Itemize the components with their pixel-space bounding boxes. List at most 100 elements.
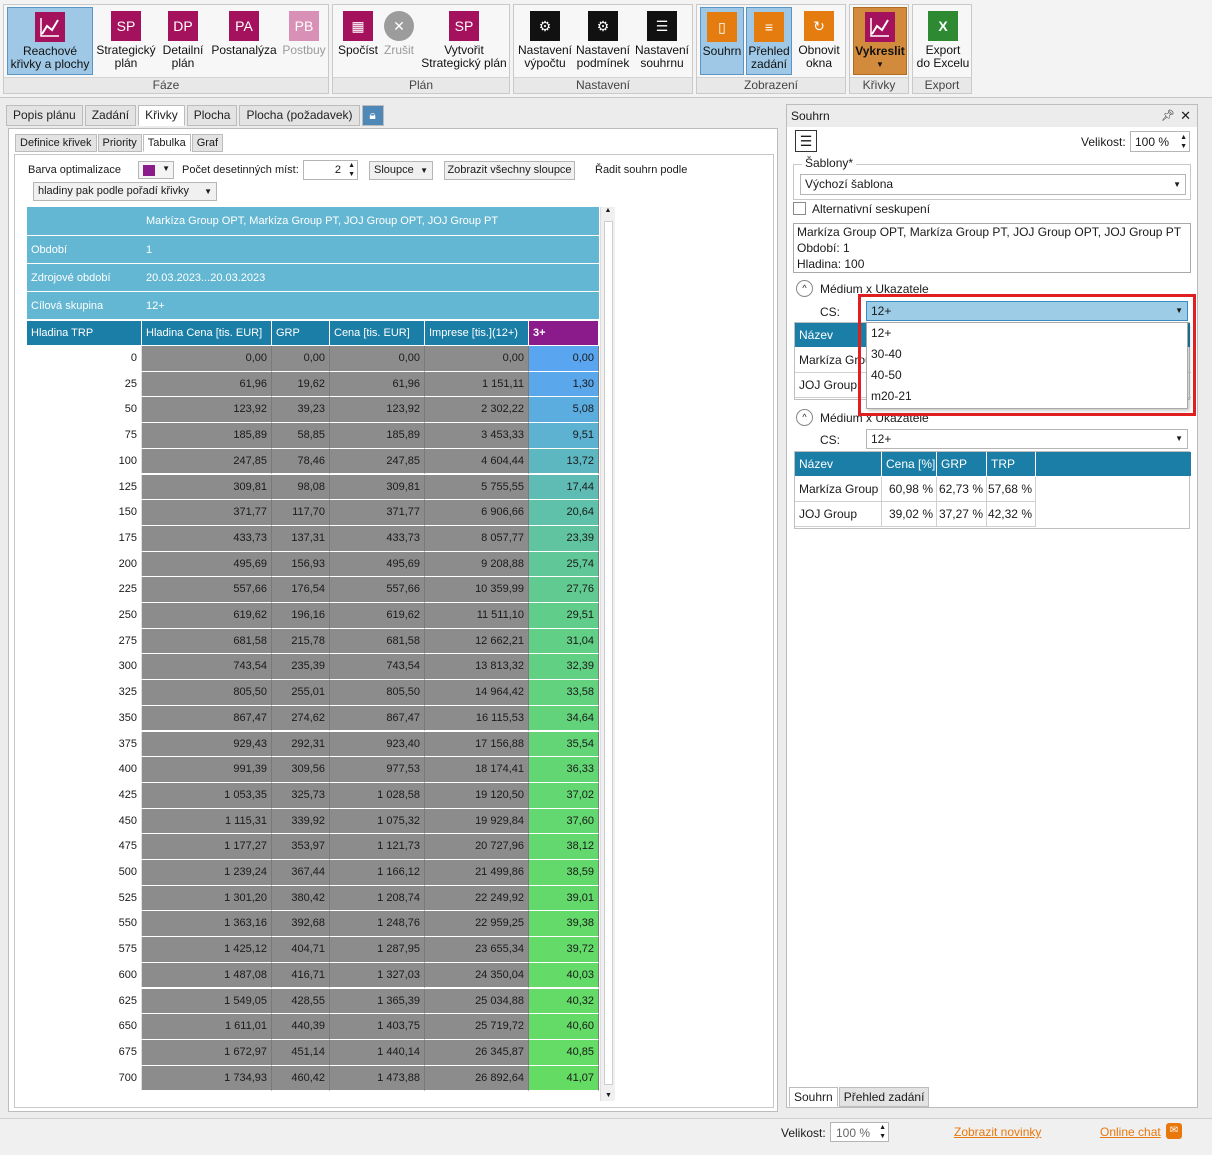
size-stepper[interactable]: 100 % ▲ ▼ xyxy=(1130,131,1190,152)
lock-tab[interactable]: 🔒︎ xyxy=(361,105,384,126)
stepper-arrows-icon: ▲ ▼ xyxy=(879,1124,886,1140)
table-cell: 196,16 xyxy=(272,603,330,629)
table-cell: 1 287,95 xyxy=(330,937,425,963)
table-row: 300 743,54 235,39 743,54 13 813,32 32,39 xyxy=(27,654,599,681)
table-scrollbar[interactable]: ▲ ▼ xyxy=(600,207,615,1101)
export-excel-button[interactable]: X Export do Excelu xyxy=(916,7,970,75)
conditions-settings-button[interactable]: ⚙ Nastavení podmínek xyxy=(575,7,631,75)
column-header-trp-level[interactable]: Hladina TRP xyxy=(27,321,142,345)
info-row-target-group: Cílová skupina 12+ xyxy=(27,292,599,320)
table-cell: 22 249,92 xyxy=(425,885,529,912)
table-cell: 6 906,66 xyxy=(425,500,529,526)
table-cell: 39,38 xyxy=(529,911,599,938)
table-cell: 32,39 xyxy=(529,654,599,681)
cs-dropdown[interactable]: 12+ ▼ xyxy=(866,429,1188,449)
group-curves: Vykreslit ▼ Křivky xyxy=(849,4,909,94)
dp-icon: DP xyxy=(168,11,198,41)
table-cell: 1 611,01 xyxy=(142,1014,272,1040)
summary-toggle-button[interactable]: ▯ Souhrn xyxy=(700,7,744,75)
table-cell: 23 655,34 xyxy=(425,937,529,963)
cancel-button[interactable]: ✕ Zrušit xyxy=(381,7,417,75)
table-cell: 2 302,22 xyxy=(425,397,529,424)
table-cell: 1 403,75 xyxy=(330,1014,425,1040)
table-cell: 25 719,72 xyxy=(425,1014,529,1040)
table-cell: 0,00 xyxy=(330,346,425,372)
postbuy-button[interactable]: PB Postbuy xyxy=(280,7,328,75)
table-cell: 12 662,21 xyxy=(425,628,529,655)
columns-label: Sloupce xyxy=(374,164,414,176)
cs-label: CS: xyxy=(820,433,841,447)
table-cell: 353,97 xyxy=(272,834,330,860)
stepper-arrows-icon: ▲ ▼ xyxy=(1180,134,1187,150)
collapse-icon[interactable]: ^ xyxy=(796,280,813,297)
tab-graph[interactable]: Graf xyxy=(191,134,224,152)
info-row-value: 20.03.2023...20.03.2023 xyxy=(146,272,266,284)
input-overview-button[interactable]: ≡ Přehled zadání xyxy=(746,7,792,75)
show-news-link[interactable]: Zobrazit novinky xyxy=(954,1125,1041,1139)
tab-input-overview[interactable]: Přehled zadání xyxy=(838,1087,930,1107)
postanalysis-button[interactable]: PA Postanalýza xyxy=(210,7,278,75)
table-cell: 867,47 xyxy=(142,705,272,732)
calc-settings-button[interactable]: ⚙ Nastavení výpočtu xyxy=(517,7,573,75)
scroll-thumb[interactable] xyxy=(604,221,613,1085)
detail-plan-button[interactable]: DP Detailní plán xyxy=(158,7,208,75)
collapse-icon[interactable]: ^ xyxy=(796,409,813,426)
table-cell: 619,62 xyxy=(330,603,425,629)
document-icon[interactable]: ☰ xyxy=(795,130,817,152)
create-strategic-plan-button[interactable]: SP Vytvořit Strategický plán xyxy=(419,7,509,75)
alt-grouping-checkbox[interactable] xyxy=(793,202,806,215)
refresh-windows-button[interactable]: ↻ Obnovit okna xyxy=(794,7,844,75)
show-all-columns-button[interactable]: Zobrazit všechny sloupce xyxy=(444,161,575,180)
table-cell: 22 959,25 xyxy=(425,911,529,938)
scroll-up-icon: ▲ xyxy=(604,207,612,214)
table-header-name: Název xyxy=(795,452,882,476)
table-cell: 400 xyxy=(27,757,142,783)
table-cell: 450 xyxy=(27,808,142,835)
pin-icon[interactable]: 📌︎ xyxy=(1161,105,1175,127)
table-cell: 150 xyxy=(27,500,142,526)
column-header-price[interactable]: Cena [tis. EUR] xyxy=(330,321,425,345)
close-icon[interactable]: ✕ xyxy=(1180,105,1191,127)
column-header-price-level[interactable]: Hladina Cena [tis. EUR] xyxy=(142,321,272,345)
column-header-grp[interactable]: GRP xyxy=(272,321,330,345)
compute-button[interactable]: ▦ Spočíst xyxy=(336,7,380,75)
table-cell: 525 xyxy=(27,885,142,912)
document-icon: ☰ xyxy=(647,11,677,41)
table-row: 100 247,85 78,46 247,85 4 604,44 13,72 xyxy=(27,448,599,475)
zoom-stepper[interactable]: 100 % ▲ ▼ xyxy=(830,1122,889,1142)
tab-plan-description[interactable]: Popis plánu xyxy=(6,105,83,126)
chart-icon xyxy=(865,12,895,42)
tab-summary[interactable]: Souhrn xyxy=(789,1087,838,1107)
draw-button[interactable]: Vykreslit ▼ xyxy=(853,7,907,75)
table-row: 475 1 177,27 353,97 1 121,73 20 727,96 38,12 xyxy=(27,834,599,860)
table-cell: 1 075,32 xyxy=(330,808,425,835)
color-picker[interactable]: ▼ xyxy=(138,161,174,179)
column-header-reach-3plus[interactable]: 3+ xyxy=(529,321,599,345)
table-cell: 475 xyxy=(27,834,142,860)
reach-curves-button[interactable]: Reachové křivky a plochy xyxy=(7,7,93,75)
template-dropdown[interactable]: Výchozí šablona ▼ xyxy=(800,174,1186,195)
table-cell: 4 604,44 xyxy=(425,448,529,475)
tab-area-request[interactable]: Plocha (požadavek) xyxy=(239,105,360,126)
online-chat-link[interactable]: Online chat xyxy=(1100,1125,1161,1139)
tab-input[interactable]: Zadání xyxy=(84,105,137,126)
tab-area[interactable]: Plocha xyxy=(186,105,238,126)
columns-dropdown[interactable]: Sloupce ▼ xyxy=(369,161,433,180)
info-period: Období: 1 xyxy=(797,241,850,255)
color-swatch xyxy=(143,165,155,176)
tab-priorities[interactable]: Priority xyxy=(97,134,142,152)
chat-icon[interactable]: ✉ xyxy=(1166,1123,1182,1139)
strategic-plan-button[interactable]: SP Strategický plán xyxy=(96,7,156,75)
table-header-grp-share: GRP [%] xyxy=(937,452,987,495)
tab-table[interactable]: Tabulka xyxy=(142,134,191,152)
tab-curves[interactable]: Křivky xyxy=(138,105,185,126)
summary-settings-button[interactable]: ☰ Nastavení souhrnu xyxy=(633,7,691,75)
table-cell: 428,55 xyxy=(272,988,330,1015)
zoom-value: 100 % xyxy=(836,1126,871,1140)
column-header-impressions[interactable]: Imprese [tis.](12+) xyxy=(425,321,529,345)
decimal-places-stepper[interactable]: 2 ▲ ▼ xyxy=(303,160,358,180)
sort-summary-dropdown[interactable]: hladiny pak podle pořadí křivky ▼ xyxy=(33,182,217,201)
group-label-plan: Plán xyxy=(333,77,509,93)
tab-curve-definition[interactable]: Definice křivek xyxy=(15,134,97,152)
table-cell: 14 964,42 xyxy=(425,680,529,706)
